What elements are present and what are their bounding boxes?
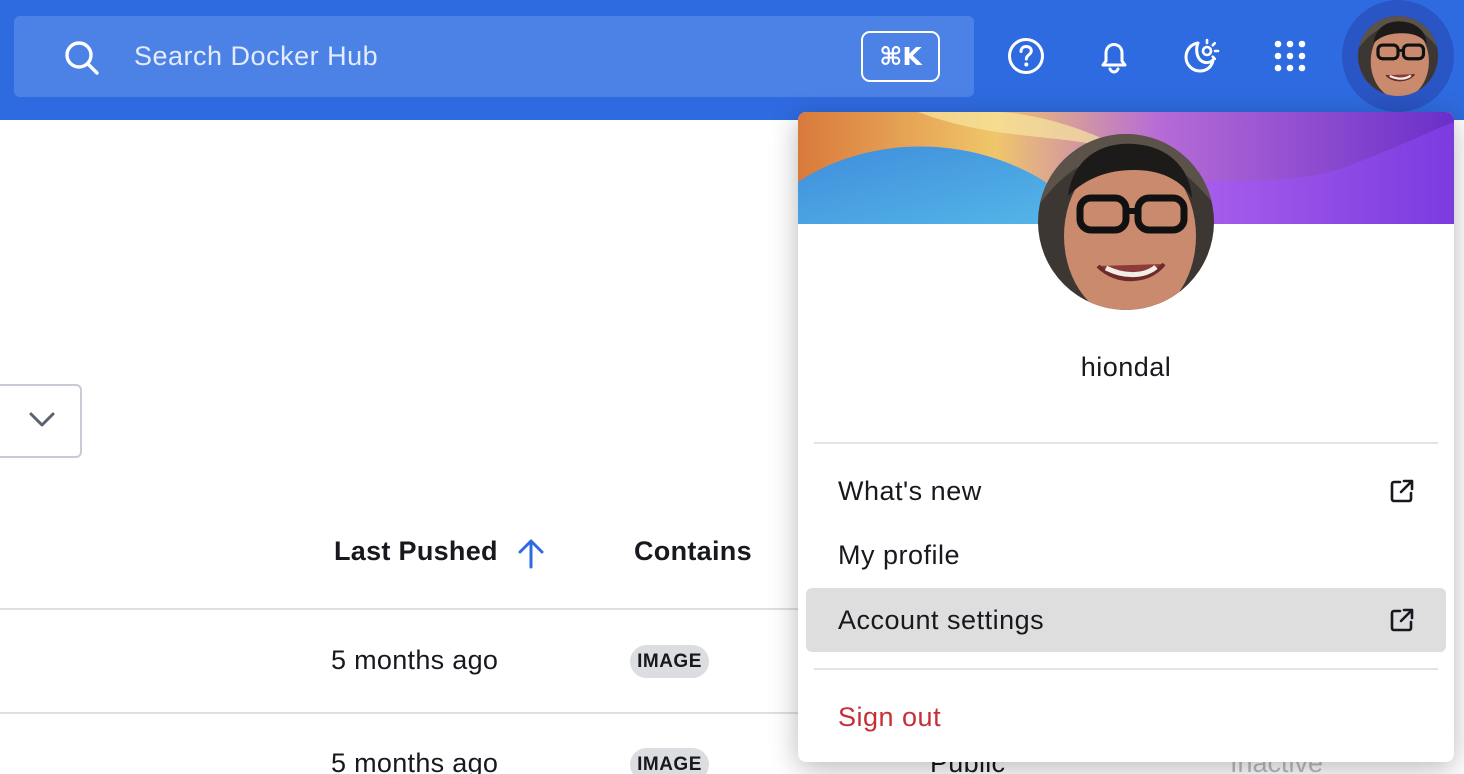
theme-toggle-button[interactable] (1178, 34, 1222, 78)
help-button[interactable] (1004, 34, 1048, 78)
external-link-icon (1390, 608, 1414, 632)
theme-icon (1184, 38, 1220, 73)
external-link-icon (1390, 479, 1414, 503)
last-pushed-cell: 5 months ago (331, 645, 499, 675)
chevron-down-icon (29, 412, 55, 427)
top-navigation-bar: ⌘K (0, 0, 1464, 120)
table-row-divider (0, 712, 800, 714)
menu-item-my-profile[interactable]: My profile (806, 523, 1446, 587)
sign-out-button[interactable]: Sign out (806, 685, 1446, 749)
menu-item-label: Account settings (838, 604, 1045, 635)
menu-item-whats-new[interactable]: What's new (806, 459, 1446, 523)
apps-grid-icon (1274, 40, 1306, 72)
search-input[interactable] (134, 36, 834, 76)
apps-button[interactable] (1268, 34, 1312, 78)
column-header-last-pushed[interactable]: Last Pushed (334, 536, 498, 567)
profile-username: hiondal (1080, 352, 1172, 382)
search-icon (65, 41, 99, 75)
table-header-divider (0, 608, 800, 610)
contains-badge: IMAGE (630, 748, 709, 774)
notifications-button[interactable] (1092, 34, 1136, 78)
menu-divider (814, 668, 1438, 670)
sort-ascending-icon[interactable] (516, 536, 546, 570)
profile-avatar (1038, 134, 1214, 310)
profile-menu: hiondal What's new My profile Account se… (798, 112, 1454, 762)
menu-item-label: What's new (838, 475, 982, 506)
keyboard-shortcut-badge: ⌘K (861, 31, 940, 82)
search-bar[interactable]: ⌘K (14, 16, 974, 97)
contains-badge: IMAGE (630, 645, 709, 678)
last-pushed-cell: 5 months ago (331, 748, 499, 774)
column-header-contains[interactable]: Contains (634, 536, 752, 567)
user-avatar-button[interactable] (1342, 0, 1454, 112)
menu-item-label: My profile (838, 539, 961, 570)
page: Last Pushed Contains 5 months ago IMAGE … (0, 0, 1464, 774)
sign-out-label: Sign out (838, 701, 942, 732)
filter-dropdown[interactable] (0, 384, 82, 458)
menu-item-account-settings[interactable]: Account settings (806, 588, 1446, 652)
bell-icon (1101, 43, 1127, 74)
menu-divider (814, 442, 1438, 444)
help-icon (1008, 38, 1044, 74)
avatar (1358, 16, 1438, 96)
